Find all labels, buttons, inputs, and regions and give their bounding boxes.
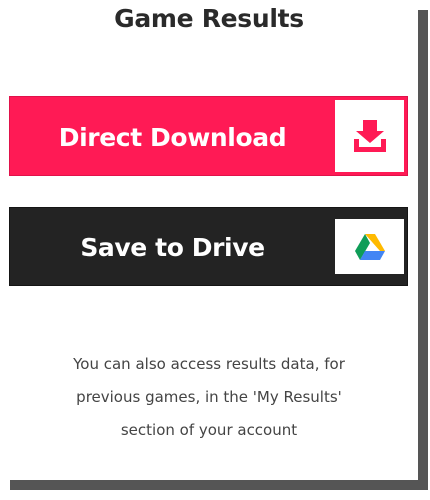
google-drive-icon <box>354 233 385 260</box>
direct-download-button[interactable]: Direct Download <box>9 96 408 176</box>
panel-title: Game Results <box>114 4 304 33</box>
save-to-drive-icon-box <box>335 219 404 274</box>
results-note: You can also access results data, for pr… <box>0 348 418 447</box>
download-icon <box>353 120 386 152</box>
results-export-dialog: Game Results Direct Download Save to Dri… <box>0 0 430 500</box>
note-line-1: You can also access results data, for <box>73 355 345 373</box>
save-to-drive-label: Save to Drive <box>80 233 265 262</box>
note-line-2: previous games, in the 'My Results' <box>76 388 342 406</box>
note-line-3: section of your account <box>120 421 298 439</box>
direct-download-label: Direct Download <box>58 122 287 152</box>
results-panel: Game Results Direct Download Save to Dri… <box>0 0 418 480</box>
direct-download-icon-box <box>335 100 404 172</box>
save-to-drive-button[interactable]: Save to Drive <box>9 207 408 286</box>
